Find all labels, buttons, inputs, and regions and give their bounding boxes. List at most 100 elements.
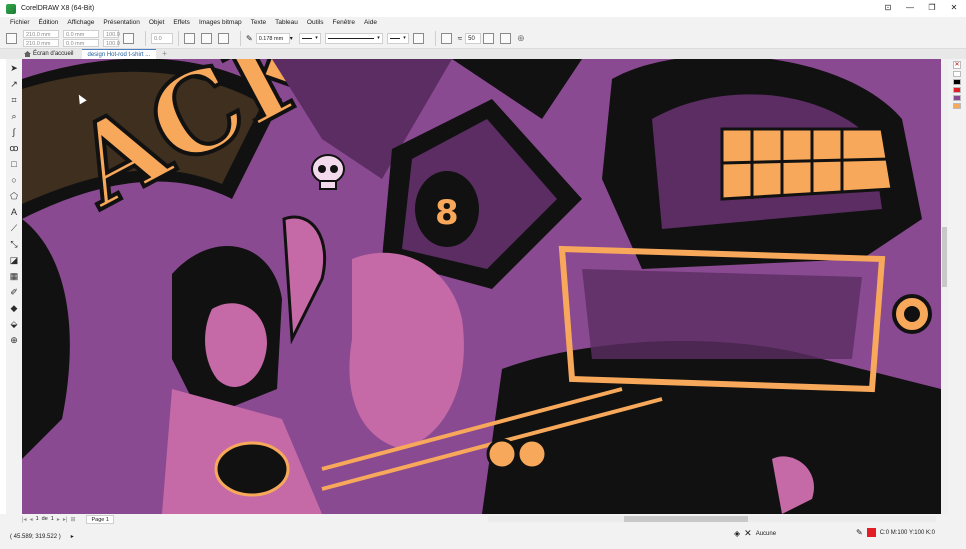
chevron-down-icon: ▾: [377, 35, 380, 41]
fill-indicator[interactable]: ◈ ✕ Aucune: [734, 528, 776, 539]
scale-x-field[interactable]: 100.0: [103, 29, 120, 38]
ellipse-tool-icon[interactable]: ○: [9, 175, 19, 185]
palette-swatch-red[interactable]: [953, 87, 961, 93]
connector-tool-icon[interactable]: ⤡: [9, 239, 19, 249]
page-tab[interactable]: Page 1: [86, 514, 114, 524]
palette-swatch-white[interactable]: [953, 71, 961, 77]
outline-color-swatch: [866, 528, 876, 537]
menu-fichier[interactable]: Fichier: [10, 19, 30, 26]
outline-width-field[interactable]: 0.178 mm: [255, 32, 290, 44]
quick-customize-icon[interactable]: [500, 32, 512, 44]
first-page-icon[interactable]: |◂: [22, 516, 27, 523]
eight-ball-number: 8: [435, 193, 459, 233]
eyedropper-tool-icon[interactable]: ✐: [9, 287, 19, 297]
color-palette: ✕: [948, 59, 966, 514]
height-field[interactable]: 210.0 mm: [23, 38, 59, 47]
drawing-canvas[interactable]: ACKTO 8: [22, 59, 941, 514]
crop-tool-icon[interactable]: ⌗: [9, 95, 19, 105]
position-group: 0.0 mm 0.0 mm: [63, 29, 99, 47]
add-tool-icon[interactable]: ⊕: [9, 335, 19, 345]
engine-chrome: [486, 438, 518, 470]
previous-page-icon[interactable]: ◂: [30, 516, 33, 523]
page-size-icon[interactable]: [6, 32, 17, 44]
horizontal-scrollbar[interactable]: [488, 516, 936, 522]
outline-indicator[interactable]: ✎ C:0 M:100 Y:100 K:0: [856, 528, 935, 537]
engine-part: [214, 441, 290, 497]
scale-y-field[interactable]: 100.0: [103, 38, 120, 47]
window-title: CorelDRAW X8 (64-Bit): [21, 5, 95, 12]
line-style-dropdown[interactable]: ▾: [324, 32, 383, 44]
menu-fenetre[interactable]: Fenêtre: [333, 19, 355, 26]
freehand-tool-icon[interactable]: ∫: [9, 127, 19, 137]
text-wrap-icon[interactable]: [440, 32, 452, 44]
transparency-tool-icon[interactable]: ▦: [9, 271, 19, 281]
close-button[interactable]: ✕: [948, 3, 960, 12]
menu-tableau[interactable]: Tableau: [275, 19, 298, 26]
crosshair-icon[interactable]: ⊕: [517, 33, 525, 44]
menu-effets[interactable]: Effets: [173, 19, 190, 26]
smart-fill-icon[interactable]: ⬙: [9, 319, 19, 329]
artistic-media-icon[interactable]: ꝏ: [9, 143, 19, 153]
minimize-button[interactable]: —: [904, 3, 916, 12]
parallel-dimension-icon[interactable]: ⟋: [9, 223, 19, 233]
vertical-scrollbar[interactable]: [941, 59, 948, 514]
cursor-coordinates: ( 45.589; 319.522 ): [10, 533, 61, 540]
tiki-teeth: [720, 127, 894, 201]
mirror-horizontal-icon[interactable]: [184, 32, 195, 44]
end-arrow-dropdown[interactable]: ▾: [386, 32, 409, 44]
menu-objet[interactable]: Objet: [149, 19, 165, 26]
vertical-scroll-thumb[interactable]: [942, 227, 947, 287]
last-page-icon[interactable]: ▸|: [63, 516, 68, 523]
smoothing-stepper-icon[interactable]: [483, 32, 495, 44]
windshield-glass: [582, 269, 862, 359]
drop-shadow-icon[interactable]: ◪: [9, 255, 19, 265]
menu-images-bitmap[interactable]: Images bitmap: [199, 19, 242, 26]
zoom-tool-icon[interactable]: ⌕: [9, 111, 19, 121]
mirror-vertical-icon[interactable]: [201, 32, 212, 44]
menu-texte[interactable]: Texte: [251, 19, 267, 26]
smoothing-field[interactable]: 50: [465, 32, 482, 44]
outline-width-dropdown-icon[interactable]: ▾: [290, 35, 293, 42]
interactive-fill-icon[interactable]: ◆: [9, 303, 19, 313]
restore-icon[interactable]: ⊡: [882, 3, 894, 12]
start-arrow-dropdown[interactable]: ▾: [298, 32, 321, 44]
width-field[interactable]: 210.0 mm: [23, 29, 59, 38]
add-page-icon[interactable]: ⊞: [70, 516, 75, 523]
shape-tool-icon[interactable]: ↗: [9, 79, 19, 89]
next-page-icon[interactable]: ▸: [57, 516, 60, 523]
y-position-field[interactable]: 0.0 mm: [63, 38, 99, 47]
menu-aide[interactable]: Aide: [364, 19, 377, 26]
window-controls: ⊡ — ❐ ✕: [882, 3, 960, 12]
fill-label: Aucune: [755, 530, 777, 537]
palette-swatch-purple[interactable]: [953, 95, 961, 101]
separator: [434, 30, 436, 46]
separator: [240, 30, 241, 46]
x-position-field[interactable]: 0.0 mm: [63, 29, 99, 38]
text-tool-icon[interactable]: A: [9, 207, 19, 217]
menu-outils[interactable]: Outils: [307, 19, 324, 26]
expand-arrow-icon[interactable]: ▸: [71, 533, 74, 540]
page-of-label: de: [41, 516, 48, 522]
close-curve-icon[interactable]: [412, 32, 424, 44]
menu-edition[interactable]: Édition: [39, 19, 59, 26]
no-fill-icon: ✕: [744, 528, 752, 538]
wrap-text-icon[interactable]: [218, 32, 229, 44]
fill-bucket-icon: ◈: [734, 529, 741, 538]
maximize-button[interactable]: ❐: [926, 3, 938, 12]
menu-presentation[interactable]: Présentation: [103, 19, 140, 26]
add-tab-button[interactable]: +: [158, 49, 171, 59]
polygon-tool-icon[interactable]: ⬠: [9, 191, 19, 201]
scale-group: 100.0 100.0: [103, 29, 120, 47]
lock-ratio-icon[interactable]: [123, 32, 134, 44]
no-color-swatch[interactable]: ✕: [953, 61, 961, 69]
rectangle-tool-icon[interactable]: □: [9, 159, 19, 169]
tab-document-label: design Hot-rod t-shirt ...: [87, 52, 151, 58]
rotation-field[interactable]: 0.0: [151, 32, 173, 44]
horizontal-scroll-thumb[interactable]: [624, 516, 748, 522]
palette-swatch-black[interactable]: [953, 79, 961, 85]
palette-swatch-orange[interactable]: [953, 103, 961, 109]
title-bar: CorelDRAW X8 (64-Bit) ⊡ — ❐ ✕: [0, 0, 966, 17]
pick-tool-icon[interactable]: ➤: [9, 63, 19, 73]
menu-affichage[interactable]: Affichage: [67, 19, 94, 26]
tab-document[interactable]: design Hot-rod t-shirt ...: [81, 49, 157, 59]
